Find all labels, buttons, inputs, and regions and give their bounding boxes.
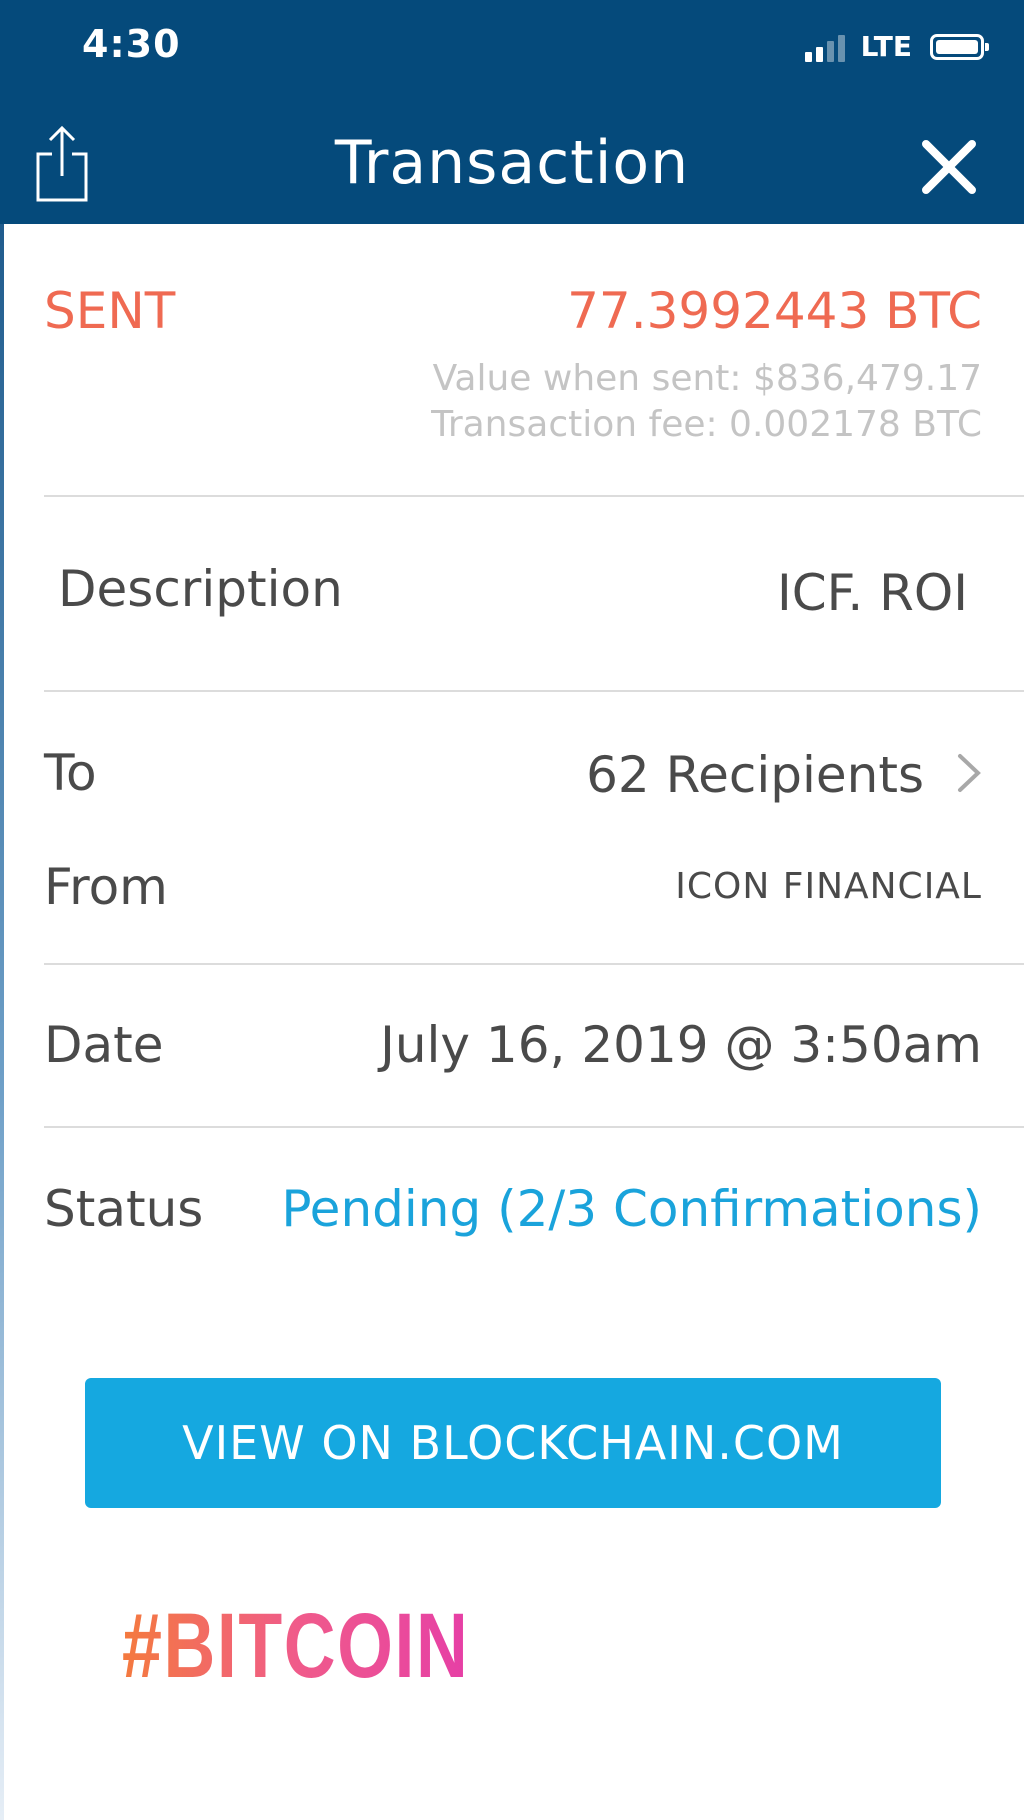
from-label: From (44, 858, 168, 916)
status-indicators: LTE (804, 30, 989, 63)
bitcoin-hashtag-sticker: #BITCOIN (122, 1595, 470, 1697)
status-label: Status (44, 1180, 204, 1238)
page-title: Transaction (334, 128, 690, 198)
transaction-screen: 4:30 LTE Transaction SENT 77.3992443 BTC (0, 0, 1024, 1820)
signal-icon (804, 32, 845, 62)
divider (44, 1126, 1024, 1128)
from-value: ICON FINANCIAL (675, 866, 982, 907)
divider (44, 963, 1024, 965)
close-icon[interactable] (920, 138, 978, 196)
header-bar: 4:30 LTE Transaction (0, 0, 1024, 224)
recipients-link[interactable]: 62 Recipients (586, 746, 924, 804)
date-label: Date (44, 1016, 164, 1074)
divider (44, 495, 1024, 497)
battery-icon (930, 33, 989, 60)
description-label: Description (58, 560, 343, 618)
background-edge (0, 0, 4, 1820)
network-label: LTE (860, 30, 912, 63)
status-time: 4:30 (82, 22, 181, 66)
to-label: To (44, 744, 97, 802)
amount-value: 77.3992443 BTC (567, 282, 982, 340)
status-value: Pending (2/3 Confirmations) (281, 1180, 982, 1238)
chevron-right-icon[interactable] (954, 750, 984, 796)
direction-label: SENT (44, 282, 176, 340)
value-when-sent: Value when sent: $836,479.17 (432, 358, 982, 399)
date-value: July 16, 2019 @ 3:50am (380, 1016, 982, 1074)
transaction-fee: Transaction fee: 0.002178 BTC (431, 404, 982, 445)
divider (44, 690, 1024, 692)
description-value: ICF. ROI (776, 564, 968, 622)
view-on-blockchain-button[interactable]: VIEW ON BLOCKCHAIN.COM (85, 1378, 941, 1508)
